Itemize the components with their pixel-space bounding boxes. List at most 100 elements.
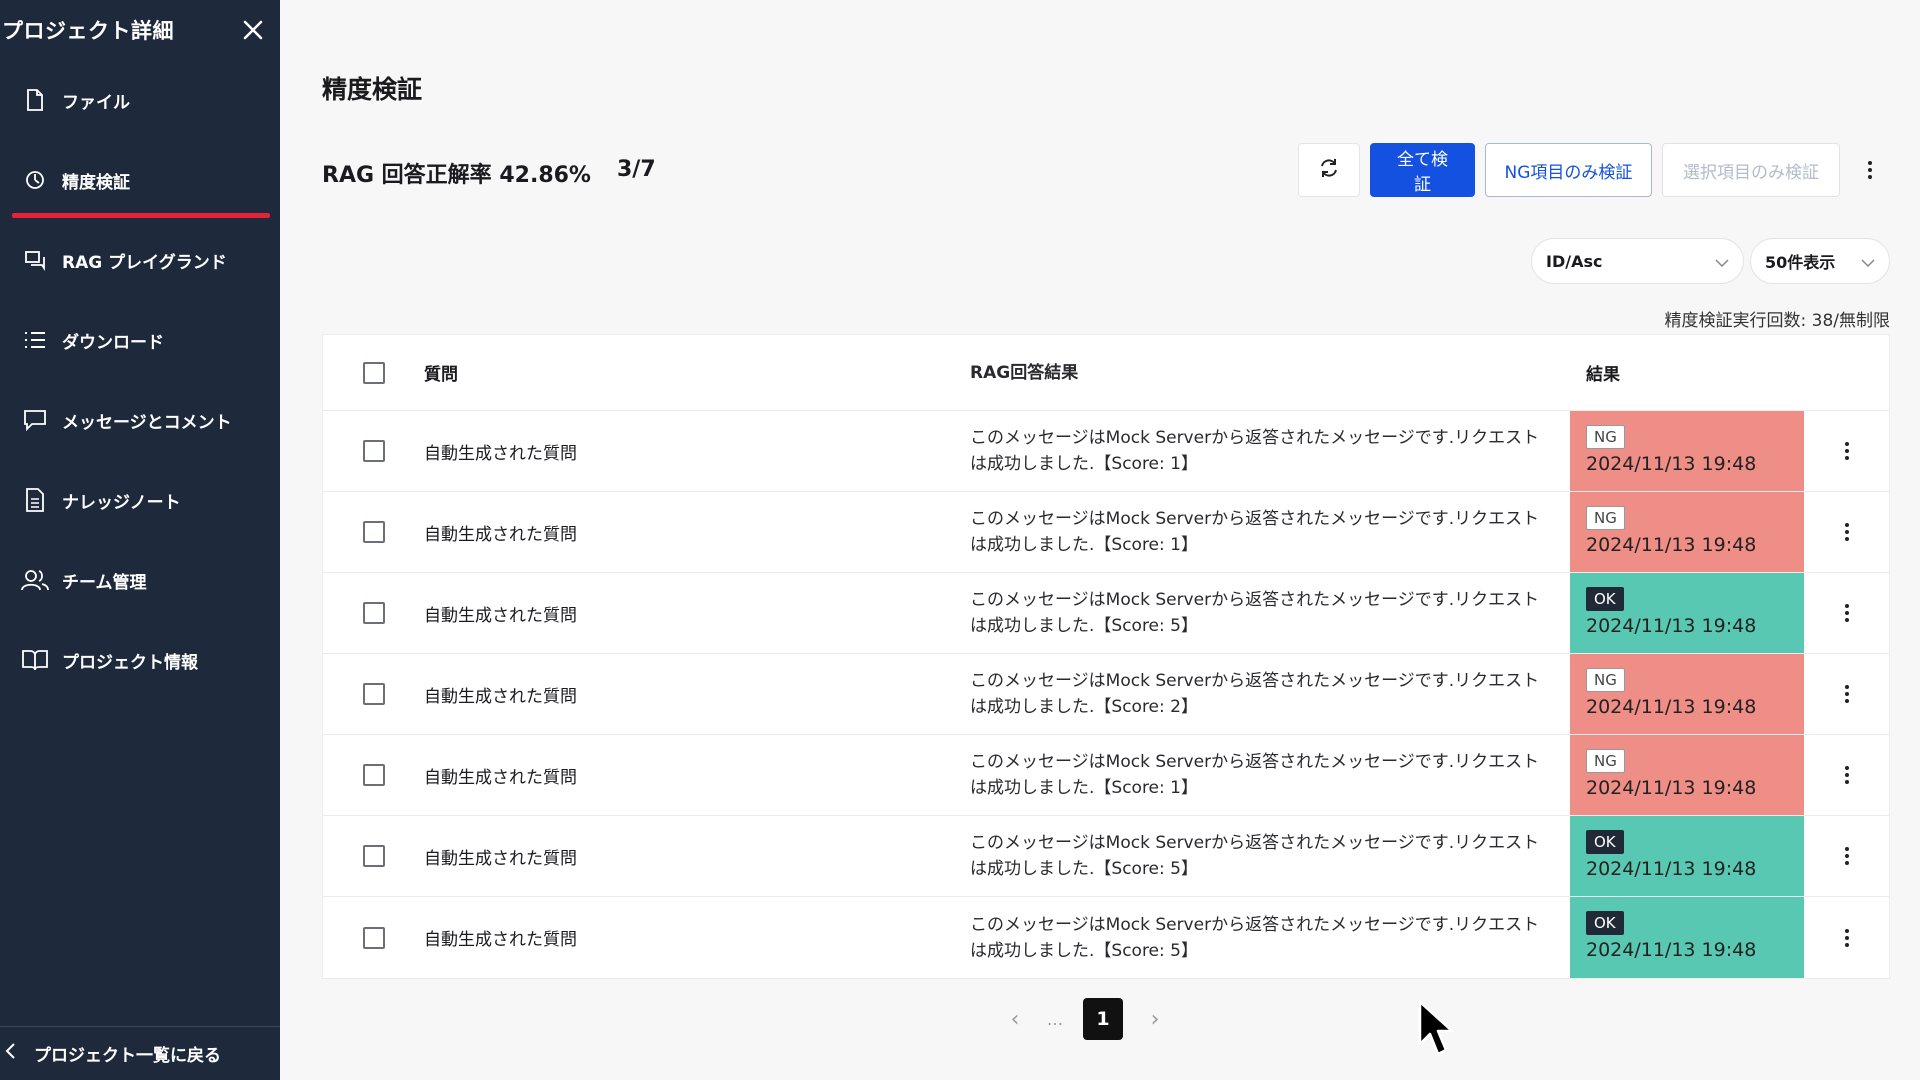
more-vertical-icon[interactable] (1804, 441, 1889, 461)
chevron-down-icon (1861, 252, 1875, 271)
question-cell: 自動生成された質問 (424, 524, 577, 545)
main-content: 精度検証 RAG 回答正解率 42.86% 3/7 全て検証 NG項目のみ検証 … (280, 0, 1920, 1080)
file-icon (20, 85, 50, 115)
page-button-current[interactable]: 1 (1083, 998, 1123, 1040)
sidebar-item-rag-playground[interactable]: RAG プレイグランド (0, 220, 280, 300)
more-vertical-icon[interactable] (1804, 846, 1889, 866)
results-table: 質問 RAG回答結果 結果 自動生成された質問このメッセージはMock Serv… (322, 334, 1890, 979)
result-cell: OK 2024/11/13 19:48 (1570, 816, 1804, 896)
row-checkbox[interactable] (362, 845, 385, 867)
sidebar-item-messages[interactable]: メッセージとコメント (0, 380, 280, 460)
sidebar-item-file[interactable]: ファイル (0, 60, 280, 140)
question-cell: 自動生成された質問 (424, 686, 577, 707)
result-badge: NG (1586, 506, 1625, 530)
sidebar-item-knowledge[interactable]: ナレッジノート (0, 460, 280, 540)
toolbar: 全て検証 NG項目のみ検証 選択項目のみ検証 (1298, 143, 1890, 197)
sidebar-item-label: チーム管理 (62, 572, 147, 593)
more-vertical-icon[interactable] (1804, 522, 1889, 542)
pagination-ellipsis: … (1047, 1009, 1063, 1029)
chevron-down-icon (1715, 252, 1729, 271)
back-label: プロジェクト一覧に戻る (34, 1046, 221, 1066)
sidebar-header: プロジェクト詳細 (0, 0, 280, 60)
column-answer: RAG回答結果 (970, 362, 1079, 383)
exec-count: 精度検証実行回数: 38/無制限 (1664, 311, 1891, 331)
sidebar-item-accuracy[interactable]: 精度検証 (0, 140, 280, 220)
result-badge: NG (1586, 425, 1625, 449)
table-row: 自動生成された質問 このメッセージはMock Serverから返答されたメッセージ… (323, 897, 1889, 978)
more-vertical-icon[interactable] (1850, 143, 1890, 197)
result-badge: OK (1586, 830, 1624, 854)
chat-icon (20, 245, 50, 275)
question-cell: 自動生成された質問 (424, 930, 577, 950)
message-icon (20, 405, 50, 435)
verify-selected-button[interactable]: 選択項目のみ検証 (1662, 143, 1840, 197)
refresh-icon (1318, 157, 1340, 184)
result-cell: NG 2024/11/13 19:48 (1570, 654, 1804, 734)
answer-cell: このメッセージはMock Serverから返答されたメッセージです.リクエストは… (970, 752, 1540, 798)
sidebar-item-label: メッセージとコメント (62, 412, 232, 433)
result-timestamp: 2024/11/13 19:48 (1586, 615, 1757, 637)
answer-cell: このメッセージはMock Serverから返答されたメッセージです.リクエストは… (970, 428, 1540, 474)
filter-selects: ID/Asc 50件表示 (1531, 238, 1890, 284)
result-cell: NG 2024/11/13 19:48 (1570, 411, 1804, 491)
sidebar-title: プロジェクト詳細 (2, 19, 174, 43)
more-vertical-icon[interactable] (1804, 765, 1889, 785)
more-vertical-icon[interactable] (1804, 928, 1889, 948)
row-checkbox[interactable] (362, 440, 385, 462)
verify-ng-button[interactable]: NG項目のみ検証 (1485, 143, 1652, 197)
result-timestamp: 2024/11/13 19:48 (1586, 696, 1757, 718)
accuracy-rate: RAG 回答正解率 42.86% (322, 163, 591, 188)
question-cell: 自動生成された質問 (424, 443, 577, 464)
mouse-cursor-icon (1418, 1000, 1454, 1056)
close-icon[interactable] (238, 15, 268, 45)
sidebar: プロジェクト詳細 ファイル 精度検証 RAG プレイグランド ダウンロード メッ… (0, 0, 280, 1080)
sidebar-item-label: ナレッジノート (62, 492, 181, 513)
result-timestamp: 2024/11/13 19:48 (1586, 453, 1757, 475)
table-row: 自動生成された質問 このメッセージはMock Serverから返答されたメッセージ… (323, 411, 1889, 492)
result-badge: NG (1586, 668, 1625, 692)
sidebar-item-label: ダウンロード (62, 332, 164, 353)
row-checkbox[interactable] (362, 602, 385, 624)
select-all-checkbox[interactable] (362, 361, 385, 384)
accuracy-summary: RAG 回答正解率 42.86% 3/7 (322, 157, 656, 189)
column-question: 質問 (424, 365, 458, 385)
result-timestamp: 2024/11/13 19:48 (1586, 534, 1757, 556)
refresh-button[interactable] (1298, 143, 1360, 197)
sidebar-item-label: プロジェクト情報 (62, 652, 198, 673)
row-checkbox[interactable] (362, 683, 385, 705)
chevron-left-icon[interactable]: ‹ (1003, 1007, 1027, 1032)
page-size-select[interactable]: 50件表示 (1750, 238, 1890, 284)
sort-select-value: ID/Asc (1546, 251, 1603, 271)
sidebar-item-download[interactable]: ダウンロード (0, 300, 280, 380)
row-check-cell (323, 845, 424, 867)
chevron-right-icon[interactable]: › (1143, 1007, 1167, 1032)
back-to-projects-link[interactable]: プロジェクト一覧に戻る (0, 1026, 280, 1080)
row-check-cell (323, 683, 424, 705)
table-row: 自動生成された質問 このメッセージはMock Serverから返答されたメッセージ… (323, 735, 1889, 816)
row-checkbox[interactable] (362, 764, 385, 786)
column-result: 結果 (1586, 365, 1620, 385)
row-checkbox[interactable] (362, 926, 385, 949)
team-icon (20, 565, 50, 595)
result-badge: OK (1586, 911, 1624, 935)
chevron-left-icon (4, 1042, 16, 1065)
row-checkbox[interactable] (362, 521, 385, 543)
result-timestamp: 2024/11/13 19:48 (1586, 777, 1757, 799)
verify-all-button[interactable]: 全て検証 (1370, 143, 1475, 197)
accuracy-icon (20, 165, 50, 195)
question-cell: 自動生成された質問 (424, 767, 577, 788)
row-check-cell (323, 602, 424, 624)
result-badge: OK (1586, 587, 1624, 611)
table-row: 自動生成された質問 このメッセージはMock Serverから返答されたメッセージ… (323, 573, 1889, 654)
sort-select[interactable]: ID/Asc (1531, 238, 1744, 284)
result-cell: NG 2024/11/13 19:48 (1570, 735, 1804, 815)
list-icon (20, 325, 50, 355)
question-cell: 自動生成された質問 (424, 848, 577, 869)
sidebar-item-team[interactable]: チーム管理 (0, 540, 280, 620)
sidebar-item-project-info[interactable]: プロジェクト情報 (0, 620, 280, 700)
result-badge: NG (1586, 749, 1625, 773)
more-vertical-icon[interactable] (1804, 684, 1889, 704)
result-cell: NG 2024/11/13 19:48 (1570, 492, 1804, 572)
more-vertical-icon[interactable] (1804, 603, 1889, 623)
page-title: 精度検証 (322, 75, 423, 104)
